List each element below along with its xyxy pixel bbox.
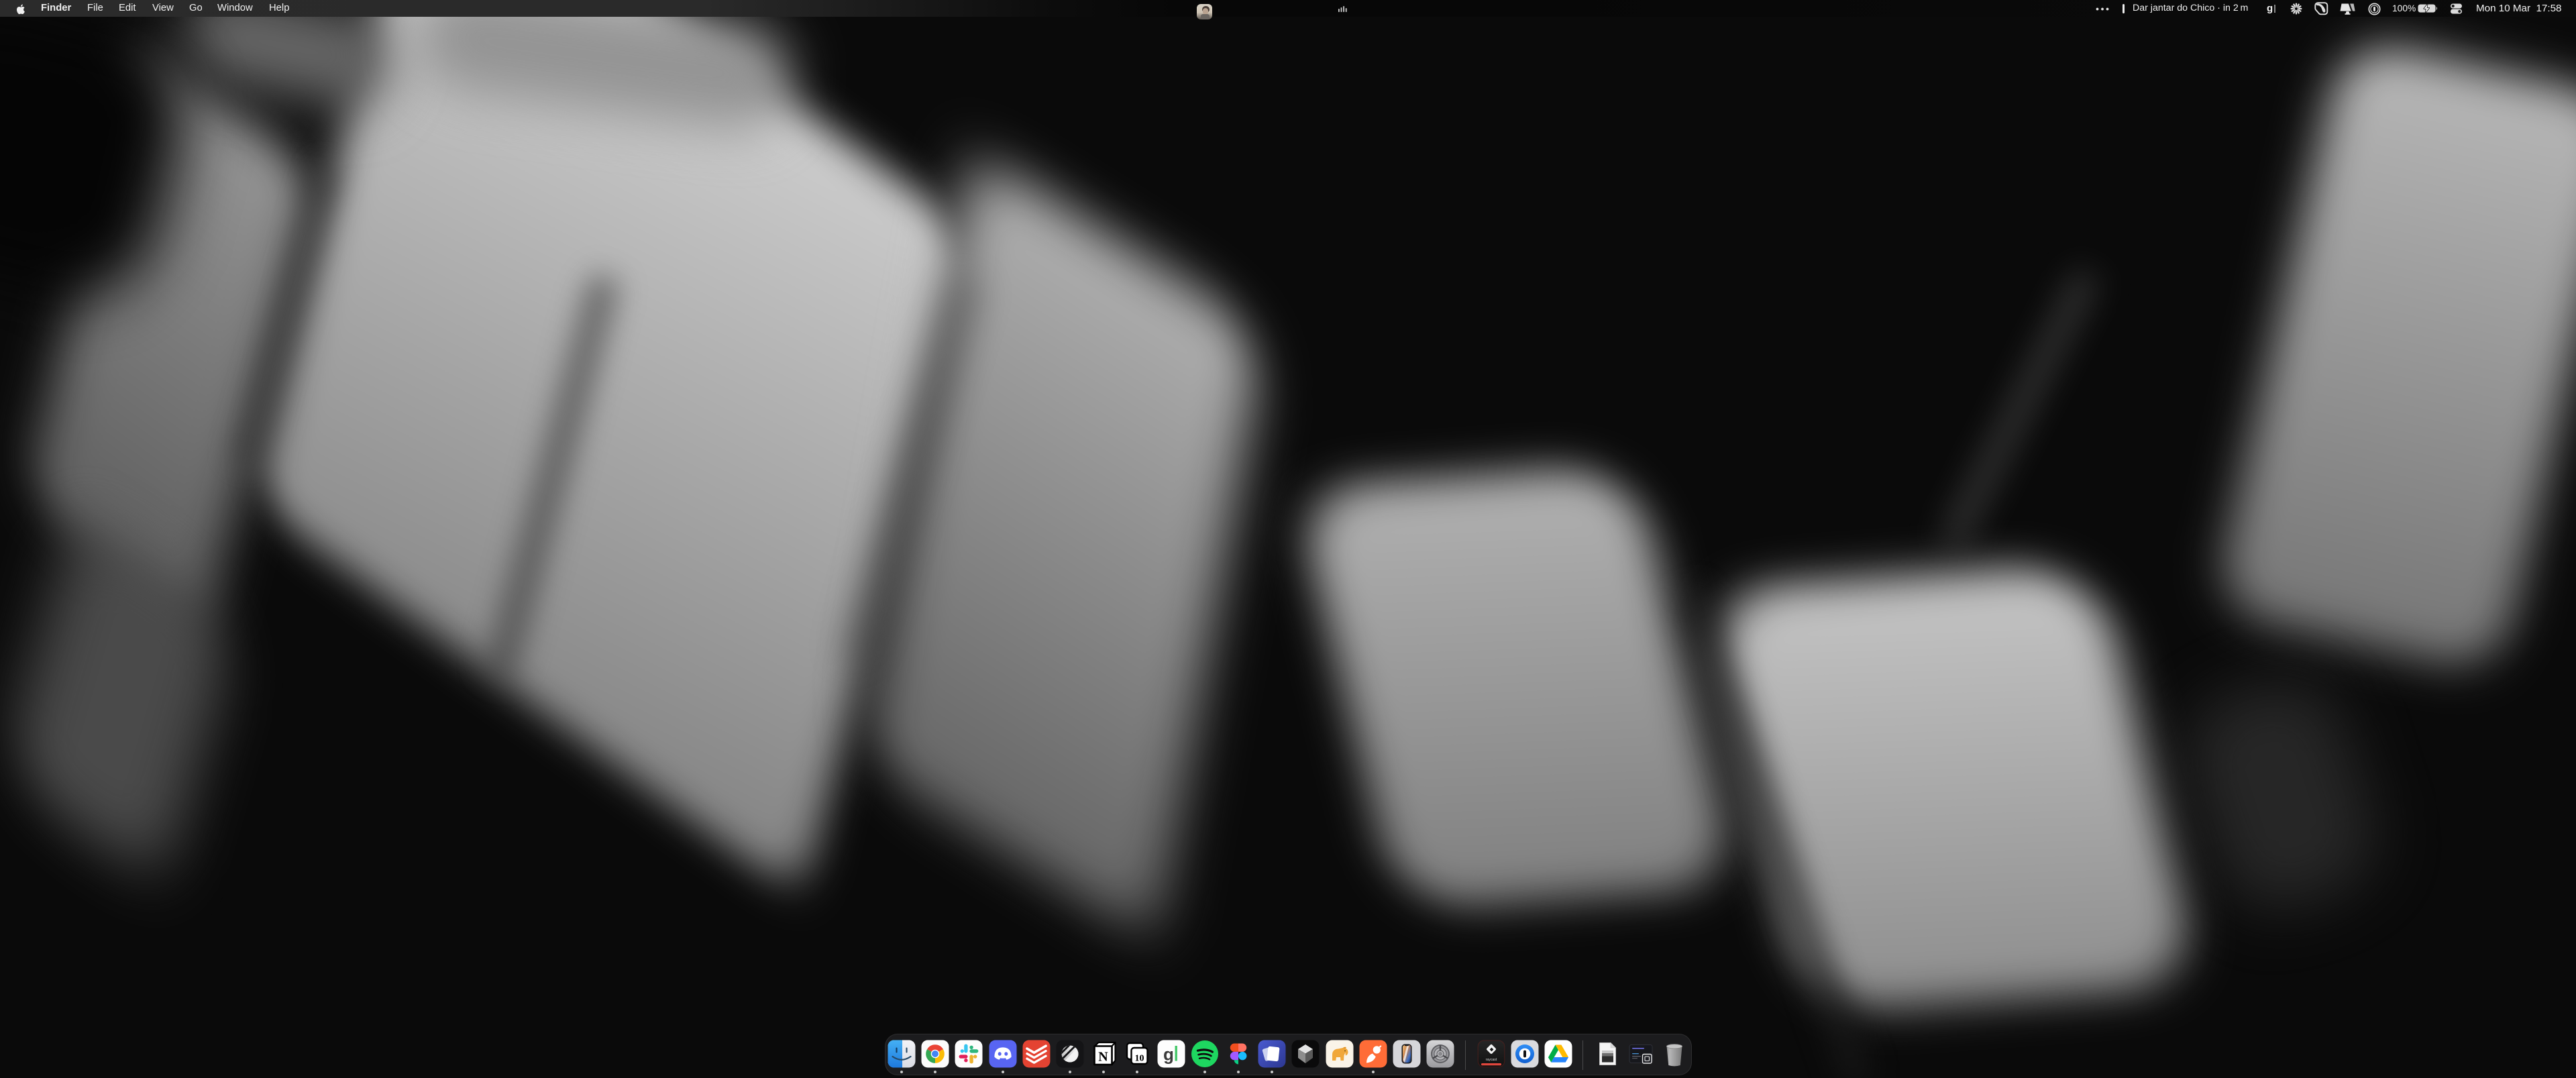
svg-text:N: N (1098, 1050, 1108, 1065)
svg-text:10: 10 (1135, 1054, 1144, 1064)
svg-text:raycast: raycast (1485, 1058, 1497, 1062)
svg-text:g: g (1163, 1044, 1174, 1065)
